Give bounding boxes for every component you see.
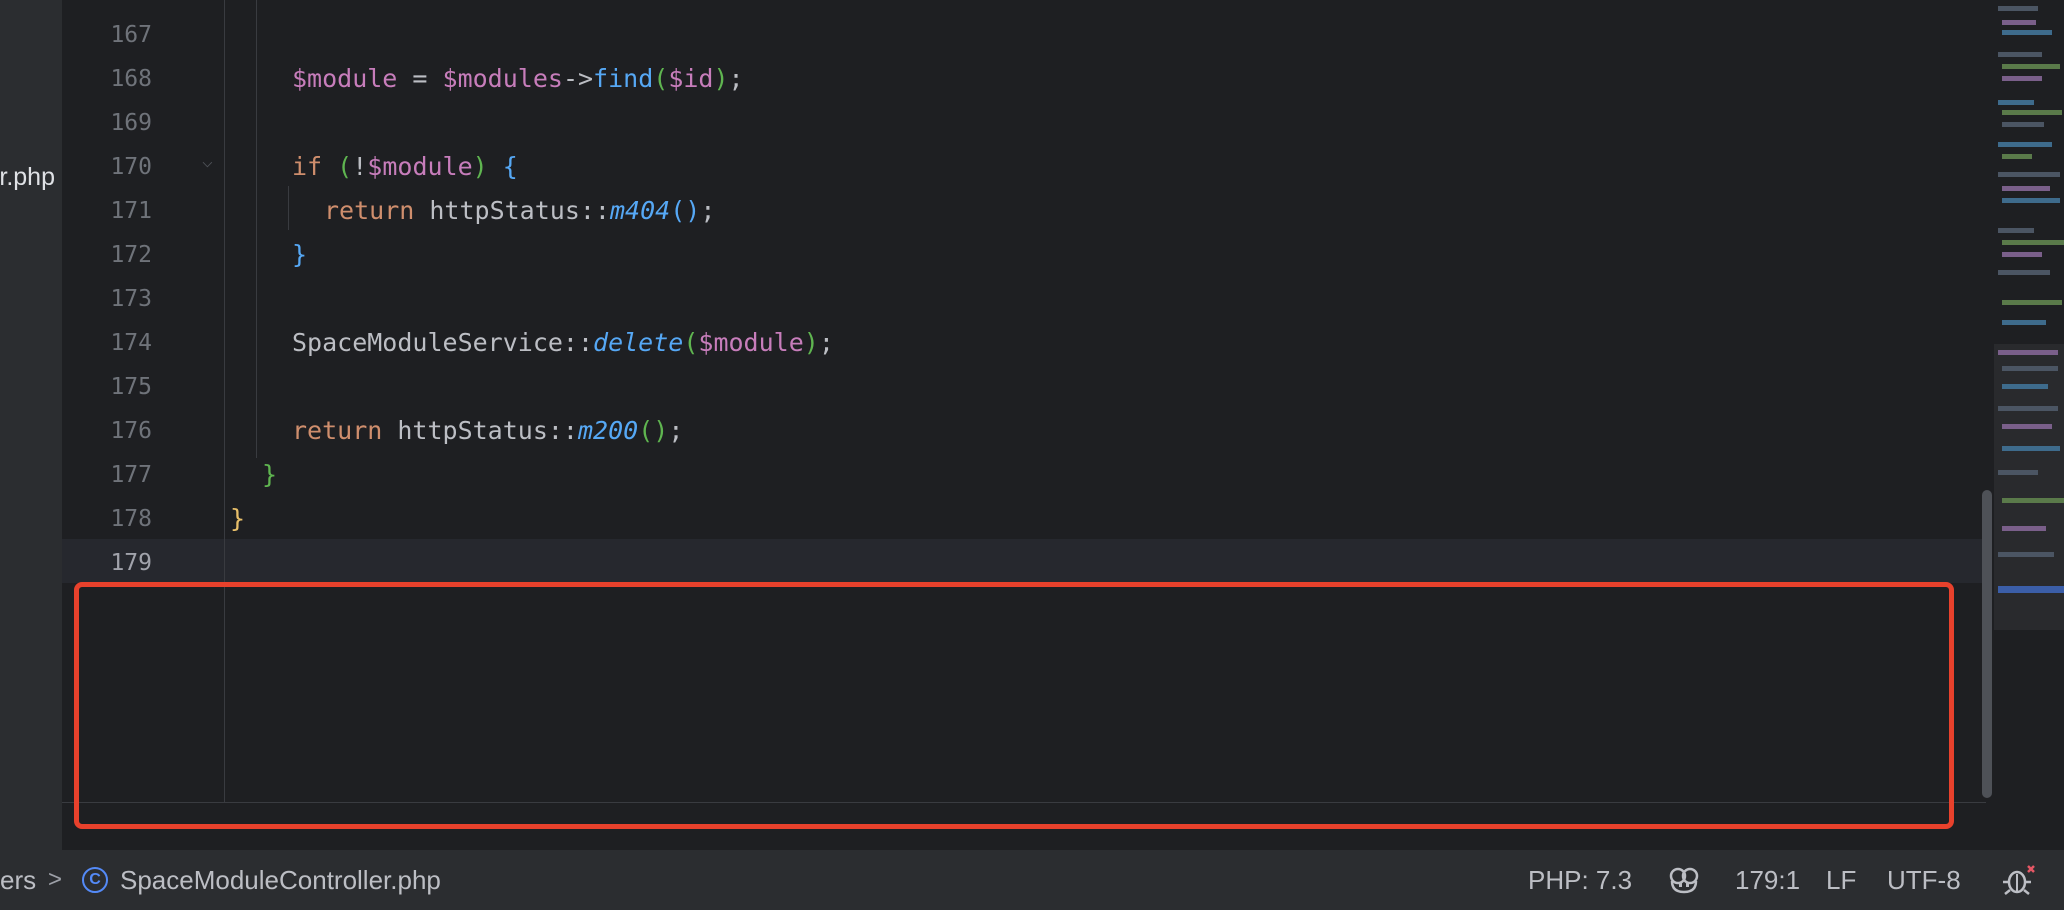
minimap-line — [1998, 100, 2034, 105]
minimap-line — [2002, 300, 2062, 305]
line-number-current: 179 — [110, 550, 152, 576]
minimap-line — [2002, 384, 2048, 389]
code-line-176: return httpStatus::m200(); — [292, 416, 684, 445]
line-number: 171 — [110, 198, 152, 224]
line-number: 167 — [110, 22, 152, 48]
line-number: 176 — [110, 418, 152, 444]
line-number: 173 — [110, 286, 152, 312]
breadcrumb-file[interactable]: SpaceModuleController.php — [120, 850, 441, 910]
minimap-line — [2002, 154, 2032, 159]
line-separator[interactable]: LF — [1826, 850, 1856, 910]
minimap-line — [2002, 76, 2042, 81]
file-encoding[interactable]: UTF-8 — [1887, 850, 1961, 910]
current-line-highlight — [62, 539, 1986, 583]
minimap-caret — [1998, 586, 2064, 593]
copilot-icon[interactable] — [1668, 866, 1700, 894]
minimap-line — [2002, 498, 2064, 503]
status-bar: ers > C SpaceModuleController.php PHP: 7… — [0, 850, 2064, 910]
minimap-line — [2002, 186, 2050, 191]
line-number: 169 — [110, 110, 152, 136]
minimap-line — [1998, 470, 2038, 475]
line-number: 172 — [110, 242, 152, 268]
minimap-line — [1998, 406, 2058, 411]
minimap-line — [2002, 424, 2052, 429]
debug-icon[interactable] — [2002, 864, 2036, 896]
breadcrumb-separator: > — [48, 866, 63, 893]
line-number: 177 — [110, 462, 152, 488]
code-line-170: if (!$module) { — [292, 152, 518, 181]
minimap-line — [2002, 320, 2046, 325]
code-line-174: SpaceModuleService::delete($module); — [292, 328, 834, 357]
cursor-position[interactable]: 179:1 — [1735, 850, 1800, 910]
code-line-168: $module = $modules->find($id); — [292, 64, 744, 93]
minimap-line — [2002, 30, 2052, 35]
line-number: 178 — [110, 506, 152, 532]
minimap-line — [1998, 552, 2054, 557]
minimap-line — [1998, 6, 2038, 11]
minimap-line — [1998, 172, 2060, 177]
highlight-annotation-box — [74, 582, 1954, 829]
code-line-178: } — [230, 504, 246, 533]
line-number: 168 — [110, 66, 152, 92]
minimap-line — [2002, 110, 2062, 115]
code-line-172: } — [292, 240, 308, 269]
project-file-item[interactable]: r.php — [0, 163, 55, 192]
project-panel: r.php — [0, 0, 62, 850]
fold-chevron-icon[interactable]: ⌵ — [202, 151, 213, 172]
code-minimap[interactable] — [1994, 0, 2064, 850]
line-number: 170 — [110, 154, 152, 180]
minimap-line — [2002, 446, 2060, 451]
minimap-line — [2002, 240, 2064, 245]
breadcrumb-previous[interactable]: ers — [0, 850, 36, 910]
code-line-177: } — [262, 460, 278, 489]
php-version[interactable]: PHP: 7.3 — [1528, 850, 1632, 910]
line-number: 175 — [110, 374, 152, 400]
class-icon: C — [82, 867, 108, 893]
minimap-line — [2002, 122, 2044, 127]
minimap-line — [2002, 366, 2058, 371]
minimap-line — [1998, 228, 2034, 233]
code-editor[interactable]: 167 168 169 170 171 172 173 174 175 176 … — [62, 0, 2064, 850]
minimap-line — [2002, 20, 2036, 25]
line-number: 174 — [110, 330, 152, 356]
minimap-line — [2002, 64, 2060, 69]
vertical-scrollbar[interactable] — [1982, 490, 1992, 798]
minimap-line — [1998, 142, 2052, 147]
minimap-line — [1998, 270, 2050, 275]
minimap-line — [1998, 350, 2058, 355]
indent-guide — [288, 186, 289, 230]
code-line-171: return httpStatus::m404(); — [324, 196, 716, 225]
minimap-line — [2002, 252, 2042, 257]
minimap-line — [1998, 52, 2042, 57]
minimap-line — [2002, 198, 2060, 203]
indent-guide — [256, 0, 257, 458]
minimap-line — [2002, 526, 2046, 531]
